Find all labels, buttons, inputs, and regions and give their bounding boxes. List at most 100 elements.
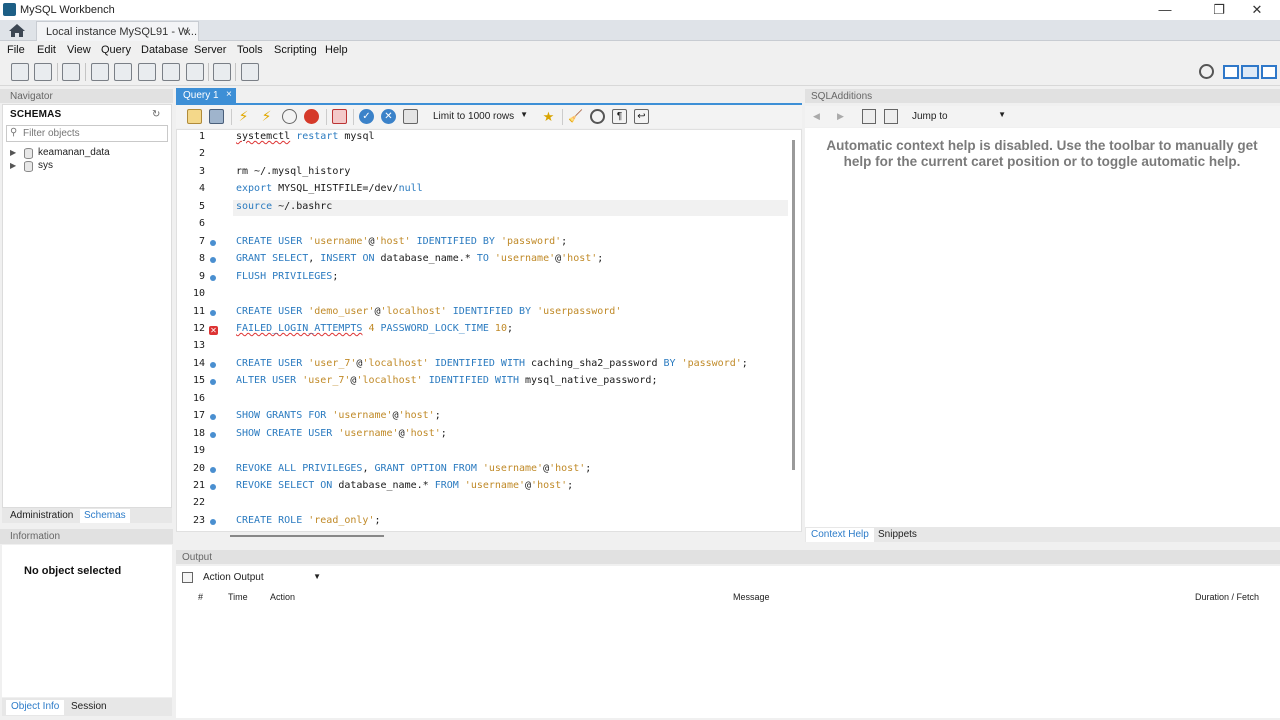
create-procedure-icon[interactable] (162, 63, 180, 81)
connection-tab-close-icon[interactable]: × (184, 25, 191, 39)
word-wrap-icon[interactable]: ↩ (634, 109, 649, 124)
line-number: 3 (198, 165, 205, 177)
create-table-icon[interactable] (114, 63, 132, 81)
column-header-message[interactable]: Message (733, 592, 770, 602)
line-number: 22 (192, 497, 205, 509)
column-header-number[interactable]: # (198, 592, 203, 602)
execute-icon[interactable]: ⚡ (236, 109, 251, 124)
limit-rows-value: Limit to 1000 rows (433, 111, 515, 122)
sql-additions-toolbar (805, 106, 1280, 127)
invisible-chars-icon[interactable]: ¶ (612, 109, 627, 124)
code-token: restart (296, 131, 339, 142)
menu-database[interactable]: Database (141, 44, 188, 56)
beautify-icon[interactable]: 🧹 (568, 109, 583, 124)
limit-rows-select[interactable]: Limit to 1000 rows ▼ (428, 109, 532, 125)
toggle-error-icon[interactable] (332, 109, 347, 124)
statement-marker-icon (210, 361, 216, 368)
line-number: 16 (192, 392, 205, 404)
open-file-icon[interactable] (187, 109, 202, 124)
toggle-sidebar-icon[interactable] (1223, 65, 1239, 79)
code-line: REVOKE SELECT ON database_name.* FROM 'u… (236, 480, 573, 491)
context-help-message: Automatic context help is disabled. Use … (826, 138, 1258, 169)
explain-icon[interactable] (282, 109, 297, 124)
toggle-secondary-sidebar-icon[interactable] (1261, 65, 1277, 79)
autocommit-icon[interactable] (403, 109, 418, 124)
menu-query[interactable]: Query (101, 44, 131, 56)
tab-administration[interactable]: Administration (6, 509, 77, 523)
back-arrow-icon[interactable]: ◀ (813, 111, 820, 122)
column-header-action[interactable]: Action (270, 592, 295, 602)
code-token: 'host' (549, 462, 586, 474)
expand-triangle-icon[interactable]: ▶ (10, 161, 16, 170)
forward-arrow-icon[interactable]: ▶ (837, 111, 844, 122)
menu-view[interactable]: View (67, 44, 91, 56)
code-token: 'host' (561, 253, 598, 265)
tab-snippets[interactable]: Snippets (873, 528, 922, 542)
menu-tools[interactable]: Tools (237, 44, 263, 56)
connection-tab[interactable]: Local instance MySQL91 - W... × (36, 21, 199, 41)
menu-help[interactable]: Help (325, 44, 348, 56)
new-sql-tab-icon[interactable] (11, 63, 29, 81)
code-token: GRANT SELECT (236, 253, 309, 265)
auto-help-icon[interactable] (884, 109, 898, 124)
code-token: FAILED_LOGIN_ATTEMPTS (236, 322, 363, 334)
reconnect-icon[interactable] (241, 63, 259, 81)
code-token: INSERT ON (320, 253, 375, 265)
code-line: rm ~/.mysql_history (236, 166, 350, 177)
code-token: 'username' (482, 462, 544, 474)
find-icon[interactable] (590, 109, 605, 124)
menu-edit[interactable]: Edit (37, 44, 56, 56)
tab-object-info[interactable]: Object Info (6, 700, 65, 715)
schema-item-sys[interactable]: ▶ sys (8, 160, 158, 174)
code-token: IDENTIFIED WITH (422, 375, 519, 387)
home-button[interactable] (6, 22, 28, 39)
refresh-schemas-icon[interactable]: ↻ (152, 109, 160, 120)
commit-icon[interactable]: ✓ (359, 109, 374, 124)
create-function-icon[interactable] (186, 63, 204, 81)
expand-triangle-icon[interactable]: ▶ (10, 148, 16, 157)
editor-vertical-scrollbar[interactable] (792, 140, 795, 470)
code-token: 'demo_user' (308, 305, 375, 317)
copy-output-icon[interactable] (182, 572, 193, 583)
schema-item-keamanan-data[interactable]: ▶ keamanan_data (8, 147, 158, 161)
window-titlebar: MySQL Workbench — ❐ ✕ (0, 0, 1280, 20)
close-window-button[interactable]: ✕ (1234, 0, 1280, 20)
menu-scripting[interactable]: Scripting (274, 44, 317, 56)
save-icon[interactable] (209, 109, 224, 124)
editor-horizontal-scrollbar[interactable] (230, 535, 384, 537)
line-number: 13 (192, 340, 205, 352)
menu-server[interactable]: Server (194, 44, 226, 56)
context-help-icon[interactable] (862, 109, 876, 124)
line-number: 14 (192, 357, 205, 369)
search-table-data-icon[interactable] (213, 63, 231, 81)
output-title: Output (182, 552, 213, 563)
minimize-button[interactable]: — (1142, 0, 1188, 20)
filter-objects-input[interactable] (23, 127, 163, 140)
menu-file[interactable]: File (7, 44, 25, 56)
stop-icon[interactable] (304, 109, 319, 124)
settings-gear-icon[interactable] (1199, 64, 1214, 79)
column-header-time[interactable]: Time (228, 592, 248, 602)
tab-session[interactable]: Session (66, 700, 112, 715)
add-snippet-icon[interactable]: ★ (541, 109, 556, 124)
code-token: 'userpassword' (537, 305, 622, 317)
tab-schemas[interactable]: Schemas (80, 509, 130, 523)
output-type-select[interactable]: Action Output ▼ (200, 571, 324, 586)
create-view-icon[interactable] (138, 63, 156, 81)
tab-context-help[interactable]: Context Help (806, 528, 874, 542)
sql-editor[interactable]: 1 systemctl restart mysql 2 3 rm ~/.mysql_hi… (176, 129, 802, 532)
filter-objects-field[interactable]: ⚲ (6, 125, 168, 142)
inspector-icon[interactable] (62, 63, 80, 81)
schema-name: sys (38, 160, 53, 171)
code-line: FLUSH PRIVILEGES; (236, 271, 338, 282)
code-token: CREATE USER (236, 357, 309, 369)
query-tab[interactable]: Query 1 × (176, 88, 236, 103)
rollback-icon[interactable]: ✕ (381, 109, 396, 124)
open-sql-script-icon[interactable] (34, 63, 52, 81)
create-schema-icon[interactable] (91, 63, 109, 81)
execute-current-icon[interactable]: ⚡ (259, 109, 274, 124)
column-header-duration[interactable]: Duration / Fetch (1195, 592, 1259, 602)
query-tab-close-icon[interactable]: × (226, 89, 232, 100)
jump-to-select[interactable]: Jump to ▼ (908, 109, 1010, 125)
toggle-output-icon[interactable] (1241, 65, 1259, 79)
